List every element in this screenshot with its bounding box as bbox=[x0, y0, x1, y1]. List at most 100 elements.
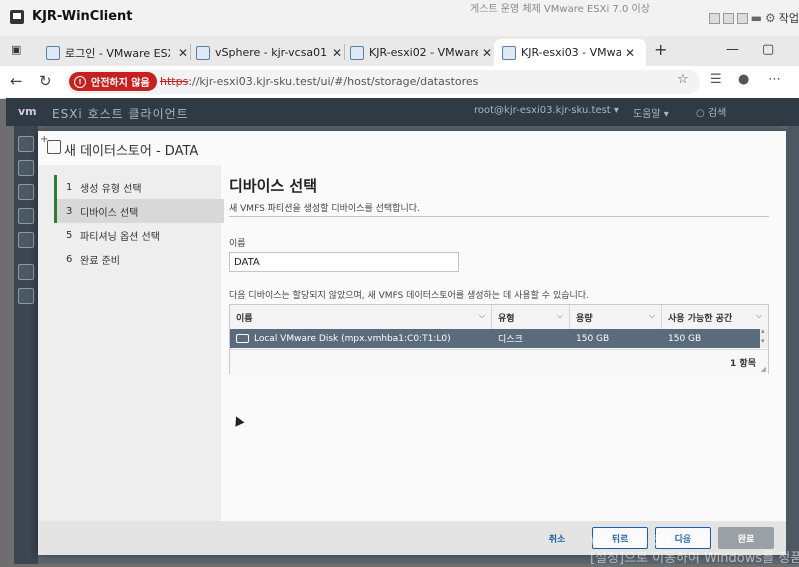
item-count: 1 항목 bbox=[730, 359, 756, 369]
cancel-button[interactable]: 취소 bbox=[535, 527, 579, 549]
column-header-type[interactable]: 유형 ⌵ bbox=[492, 305, 570, 329]
table-row[interactable]: Local VMware Disk (mpx.vmhba1:C0:T1:L0) … bbox=[230, 329, 760, 348]
esxi-favicon-icon bbox=[46, 45, 60, 60]
resize-grip-icon[interactable]: ◢ bbox=[761, 365, 766, 373]
host-icon[interactable] bbox=[18, 160, 34, 176]
cell-name: Local VMware Disk (mpx.vmhba1:C0:T1:L0) bbox=[230, 329, 492, 348]
wizard-steps: 1 생성 유형 선택 3 디바이스 선택 5 파티셔닝 옵션 선택 6 완료 준비 bbox=[38, 165, 224, 521]
favorites-list-icon[interactable]: ☰ bbox=[710, 72, 722, 87]
browser-tab[interactable]: KJR-esxi02 - VMware ES ✕ bbox=[350, 39, 492, 66]
tab-close-icon[interactable]: ✕ bbox=[332, 46, 342, 60]
home-icon[interactable] bbox=[18, 136, 34, 152]
esxi-favicon-icon bbox=[350, 45, 364, 60]
remote-desktop-icon bbox=[10, 10, 24, 24]
disk-icon bbox=[236, 334, 249, 343]
monitor-icon[interactable] bbox=[18, 208, 34, 224]
step-select-device[interactable]: 3 디바이스 선택 bbox=[54, 199, 224, 223]
divider bbox=[229, 216, 769, 217]
new-tab-icon[interactable]: + bbox=[654, 40, 667, 59]
tab-close-icon[interactable]: ✕ bbox=[482, 46, 492, 60]
reload-icon[interactable]: ↻ bbox=[39, 72, 52, 90]
esxi-navigator bbox=[14, 126, 38, 564]
window-minimize-icon[interactable] bbox=[736, 12, 748, 24]
vm-icon[interactable] bbox=[18, 184, 34, 200]
browser-tab[interactable]: vSphere - kjr-vcsa01.kjr- ✕ bbox=[196, 39, 342, 66]
browser-tab-active[interactable]: KJR-esxi03 - VMware ES ✕ bbox=[494, 39, 646, 66]
device-table: 이름 ⌵ 유형 ⌵ 용량 ⌵ 사용 가능한 공간 ⌵ Local VMware Disk… bbox=[229, 304, 769, 374]
table-header: 이름 ⌵ 유형 ⌵ 용량 ⌵ 사용 가능한 공간 ⌵ bbox=[230, 305, 768, 330]
chevron-down-icon: ⌵ bbox=[648, 311, 655, 320]
tab-label: 로그인 - VMware ESXi bbox=[65, 46, 170, 60]
remote-desktop-titlebar: KJR-WinClient 게스트 운영 체제 VMware ESXi 7.0 … bbox=[0, 0, 799, 37]
remote-window-controls: ▬ ⚙ 작업 bbox=[708, 10, 799, 26]
step-select-creation-type[interactable]: 1 생성 유형 선택 bbox=[54, 175, 224, 199]
esxi-app-title: ESXi 호스트 클라이언트 bbox=[52, 107, 189, 121]
dialog-footer: 취소 뒤로 다음 완료 bbox=[38, 521, 786, 555]
cell-capacity: 150 GB bbox=[576, 333, 610, 344]
security-warning-text: 안전하지 않음 bbox=[91, 78, 150, 89]
cell-type: 디스크 bbox=[498, 335, 523, 345]
search-field[interactable]: ○ 검색 bbox=[696, 104, 726, 119]
column-header-capacity[interactable]: 용량 ⌵ bbox=[570, 305, 662, 329]
column-header-name[interactable]: 이름 ⌵ bbox=[230, 305, 492, 329]
storage-icon[interactable] bbox=[18, 232, 34, 248]
name-label: 이름 bbox=[229, 239, 246, 249]
finish-button[interactable]: 완료 bbox=[718, 527, 774, 549]
gear-icon[interactable]: ⚙ bbox=[765, 11, 776, 25]
tab-actions-icon[interactable]: ▣ bbox=[11, 43, 21, 56]
background-panel bbox=[786, 126, 799, 564]
device-description: 다음 디바이스는 할당되지 않았으며, 새 VMFS 데이터스토어를 생성하는 … bbox=[229, 291, 589, 301]
page-heading: 디바이스 선택 bbox=[229, 177, 318, 195]
favorite-star-icon[interactable]: ☆ bbox=[677, 72, 689, 87]
tab-label: KJR-esxi03 - VMware ES bbox=[521, 46, 621, 59]
flag-icon: ▬ bbox=[750, 11, 762, 25]
mouse-cursor-icon bbox=[230, 412, 246, 429]
column-header-free-space[interactable]: 사용 가능한 공간 ⌵ bbox=[662, 305, 768, 329]
tasks-label: 작업 bbox=[778, 12, 799, 25]
chevron-down-icon: ⌵ bbox=[478, 311, 485, 320]
vsphere-favicon-icon bbox=[196, 45, 210, 60]
search-icon: ○ bbox=[696, 108, 708, 119]
window-tile-icon[interactable] bbox=[722, 12, 734, 24]
vmware-logo: vm bbox=[18, 105, 37, 118]
address-bar: ← ↻ ! 안전하지 않음 https://kjr-esxi03.kjr-sku… bbox=[0, 66, 799, 99]
step-partition-options[interactable]: 5 파티셔닝 옵션 선택 bbox=[54, 223, 221, 247]
url-field[interactable]: ! 안전하지 않음 https://kjr-esxi03.kjr-sku.tes… bbox=[66, 70, 700, 94]
browser-tabstrip: ▣ 로그인 - VMware ESXi ✕ vSphere - kjr-vcsa… bbox=[0, 36, 799, 66]
page-subtitle: 새 VMFS 파티션을 생성할 디바이스를 선택합니다. bbox=[229, 204, 420, 214]
back-button[interactable]: 뒤로 bbox=[592, 527, 648, 549]
dialog-header: 새 데이터스토어 - DATA bbox=[38, 131, 786, 165]
back-arrow-icon[interactable]: ← bbox=[10, 72, 23, 90]
window-restore-icon[interactable] bbox=[708, 12, 720, 24]
datastore-add-icon bbox=[40, 134, 61, 154]
step-ready-to-complete[interactable]: 6 완료 준비 bbox=[54, 247, 221, 271]
maximize-icon[interactable]: ▢ bbox=[762, 42, 774, 57]
new-datastore-dialog: 새 데이터스토어 - DATA 1생성 유형 선택 3디바이스 선택 5파티셔닝… bbox=[38, 131, 786, 555]
settings-icon[interactable] bbox=[18, 288, 34, 304]
network-icon[interactable] bbox=[18, 264, 34, 280]
table-footer: 1 항목 ◢ bbox=[230, 349, 768, 374]
datastore-name-input[interactable] bbox=[229, 252, 459, 272]
remote-window-title: KJR-WinClient bbox=[32, 9, 133, 24]
tab-label: vSphere - kjr-vcsa01.kjr- bbox=[215, 46, 328, 59]
dialog-title: 새 데이터스토어 - DATA bbox=[64, 144, 199, 159]
table-scrollbar[interactable] bbox=[760, 327, 768, 348]
cell-free-space: 150 GB bbox=[668, 333, 702, 344]
tab-label: KJR-esxi02 - VMware ES bbox=[369, 46, 478, 59]
url-text: https://kjr-esxi03.kjr-sku.test/ui/#/hos… bbox=[160, 75, 479, 88]
tab-close-icon[interactable]: ✕ bbox=[178, 46, 188, 60]
chevron-down-icon: ⌵ bbox=[755, 311, 762, 320]
esxi-header: vm ESXi 호스트 클라이언트 root@kjr-esxi03.kjr-sk… bbox=[6, 98, 799, 126]
minimize-icon[interactable]: — bbox=[726, 42, 739, 57]
help-menu[interactable]: 도움말 ▾ bbox=[633, 105, 669, 120]
esxi-favicon-icon bbox=[502, 45, 516, 60]
chevron-down-icon: ⌵ bbox=[556, 311, 563, 320]
browser-tab[interactable]: 로그인 - VMware ESXi ✕ bbox=[46, 39, 188, 66]
security-warning-badge[interactable]: ! 안전하지 않음 bbox=[69, 72, 157, 91]
user-menu[interactable]: root@kjr-esxi03.kjr-sku.test ▾ bbox=[474, 105, 619, 116]
tab-close-icon[interactable]: ✕ bbox=[625, 46, 635, 60]
next-button[interactable]: 다음 bbox=[655, 527, 711, 549]
warning-icon: ! bbox=[74, 75, 86, 88]
profile-avatar-icon[interactable]: ● bbox=[738, 72, 749, 87]
more-menu-icon[interactable]: ⋯ bbox=[768, 72, 781, 87]
